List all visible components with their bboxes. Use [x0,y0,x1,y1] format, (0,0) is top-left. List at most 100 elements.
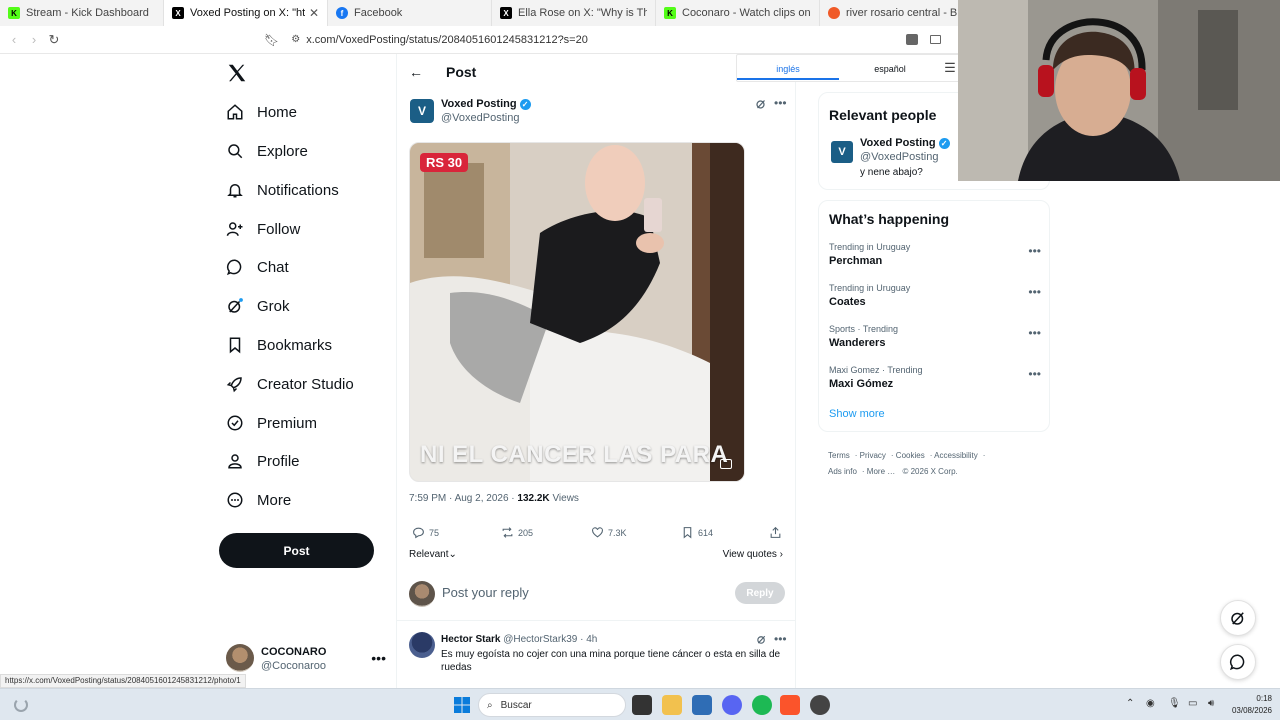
view-quotes-link[interactable]: View quotes › [723,549,783,560]
author-name[interactable]: Voxed Posting ✓ [441,98,531,110]
reply-input[interactable]: Post your reply [442,585,529,600]
more-dots-icon[interactable]: ••• [371,650,386,666]
person-avatar[interactable]: V [831,141,853,163]
task-view-icon[interactable] [632,695,652,715]
clock-time: 0:18 [1256,694,1272,703]
author-avatar[interactable]: V [410,99,434,123]
post-button[interactable]: Post [219,533,374,568]
bookmark-action[interactable]: 614 [681,526,713,539]
reply-time[interactable]: 4h [586,634,597,645]
trend-name: Maxi Gómez [829,378,894,390]
discord-icon[interactable] [722,695,742,715]
microphone-icon[interactable]: 🎙︎ [1168,698,1181,709]
browser-tab-active[interactable]: X Voxed Posting on X: "https://t.co ✕ [164,0,328,26]
windows-start-icon[interactable] [452,695,472,715]
back-arrow-icon[interactable]: ← [409,64,423,80]
site-settings-icon[interactable]: ⚙︎ [291,34,300,45]
person-handle[interactable]: @VoxedPosting [860,151,938,163]
browser-tab[interactable]: f Facebook [328,0,492,26]
more-dots-icon[interactable]: ••• [1028,244,1041,258]
spotify-icon[interactable] [752,695,772,715]
chat-floating-button[interactable] [1220,644,1256,680]
volume-icon[interactable]: 🔊︎ [1208,698,1214,709]
reply-author-handle[interactable]: @HectorStark39 [503,634,577,645]
nav-notifications[interactable]: Notifications [226,177,339,203]
nav-explore[interactable]: Explore [226,138,308,164]
more-dots-icon[interactable]: ••• [774,96,787,110]
back-icon[interactable]: ‹ [4,30,24,50]
trend-item[interactable]: Maxi Gomez · Trending Maxi Gómez ••• [829,365,1041,390]
nav-profile[interactable]: Profile [226,448,300,474]
home-icon [227,104,243,120]
store-icon[interactable] [692,695,712,715]
post-media-image[interactable]: RS 30 NI EL CANCER LAS PARA [409,142,745,482]
close-icon[interactable]: ✕ [309,6,319,20]
nav-follow[interactable]: Follow [226,216,300,242]
nav-bookmarks[interactable]: Bookmarks [226,332,332,358]
more-dots-icon[interactable]: ••• [1028,285,1041,299]
avatar[interactable] [409,632,435,658]
grok-icon[interactable] [755,98,767,110]
reload-icon[interactable]: ↻ [44,30,64,50]
nav-creator-studio[interactable]: Creator Studio [226,371,354,397]
footer-link[interactable]: More … [867,467,895,476]
footer-link[interactable]: Accessibility [934,451,978,460]
trend-item[interactable]: Trending in Uruguay Coates ••• [829,283,1041,308]
reply-action[interactable]: 75 [412,526,439,539]
footer-link[interactable]: Terms [828,451,850,460]
forward-icon[interactable]: › [24,30,44,50]
display-icon[interactable]: ▭ [1188,698,1197,709]
translate-source-tab[interactable]: inglés [737,56,839,80]
translate-icon[interactable] [906,34,918,45]
nav-premium[interactable]: Premium [226,410,317,436]
menu-icon[interactable]: ☰ [941,60,959,76]
show-more-link[interactable]: Show more [829,408,885,420]
obs-icon[interactable] [810,695,830,715]
nav-home[interactable]: Home [226,99,297,125]
cast-icon[interactable] [930,35,941,44]
more-dots-icon[interactable]: ••• [1028,367,1041,381]
person-name[interactable]: Voxed Posting ✓ [860,137,950,149]
taskbar-search-placeholder: Buscar [500,699,532,711]
bookmark-page-icon[interactable]: 🔖︎ [264,33,279,47]
tab-title: Coconaro - Watch clips on Kick [682,7,811,19]
nav-grok[interactable]: Grok [226,293,290,319]
trend-context: Maxi Gomez · Trending [829,365,923,375]
share-action[interactable] [769,526,786,539]
like-action[interactable]: 7.3K [591,526,627,539]
taskbar-search[interactable]: ⌕ Buscar [478,693,626,717]
footer-link[interactable]: Ads info [828,467,857,476]
url-field[interactable]: x.com/VoxedPosting/status/20840516012458… [306,34,588,46]
post-time[interactable]: 7:59 PM · Aug 2, 2026 [409,493,509,504]
verified-badge-icon: ✓ [519,98,531,110]
more-dots-icon[interactable]: ••• [774,632,787,646]
browser-tab[interactable]: X Ella Rose on X: "Why is Thor's age th [492,0,656,26]
brave-browser-icon[interactable] [780,695,800,715]
browser-tab[interactable]: K Coconaro - Watch clips on Kick [656,0,820,26]
trend-item[interactable]: Trending in Uruguay Perchman ••• [829,242,1041,267]
reply-sort-dropdown[interactable]: Relevant⌄ [409,549,457,560]
more-dots-icon[interactable]: ••• [1028,326,1041,340]
footer-link[interactable]: Privacy [860,451,886,460]
browser-tab[interactable]: K Stream - Kick Dashboard [0,0,164,26]
chevron-up-icon[interactable]: ⌃ [1126,698,1134,709]
nav-more[interactable]: More [226,487,291,513]
grok-floating-button[interactable] [1220,600,1256,636]
repost-count: 205 [518,527,534,538]
repost-action[interactable]: 205 [501,526,533,539]
translate-target-tab[interactable]: español [839,62,941,74]
reply-button[interactable]: Reply [735,582,785,604]
author-handle[interactable]: @VoxedPosting [441,112,519,124]
clock[interactable]: 0:18 03/08/2026 [1232,693,1272,717]
bell-icon [227,184,243,198]
trend-item[interactable]: Sports · Trending Wanderers ••• [829,324,1041,349]
x-logo-icon[interactable] [226,62,248,84]
grok-icon[interactable] [756,634,767,645]
alt-badge-icon[interactable] [720,459,732,469]
network-icon[interactable]: ◉ [1146,698,1155,709]
reply-author-name[interactable]: Hector Stark [441,634,500,645]
footer-link[interactable]: Cookies [896,451,925,460]
file-explorer-icon[interactable] [662,695,682,715]
nav-chat[interactable]: Chat [226,254,289,280]
account-switcher[interactable]: COCONARO @Coconaroo ••• [226,642,386,674]
